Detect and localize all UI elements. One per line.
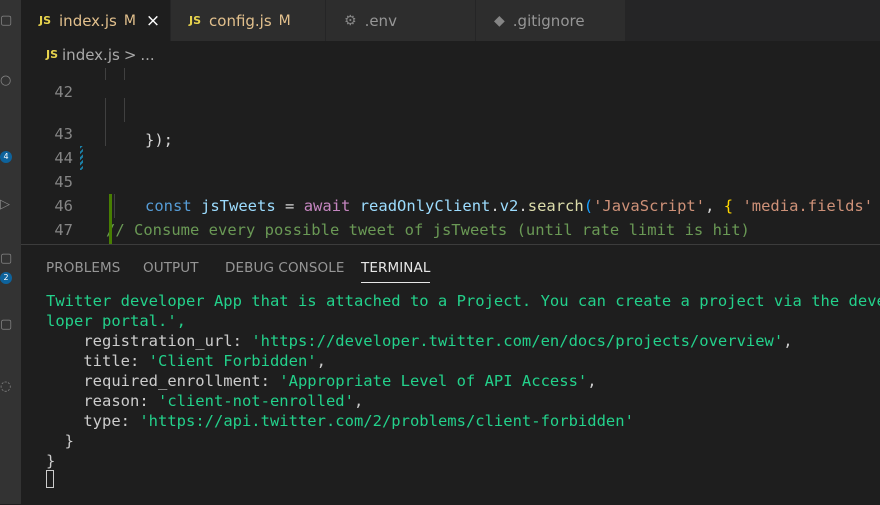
diamond-icon: ◆ (494, 12, 505, 29)
tab-problems[interactable]: PROBLEMS (46, 260, 120, 276)
tab-label: index.js (59, 11, 117, 30)
gear-icon: ⚙ (344, 12, 357, 29)
breadcrumb-file[interactable]: index.js (62, 46, 120, 64)
panel-tabs: PROBLEMS OUTPUT DEBUG CONSOLE TERMINAL (21, 245, 880, 289)
terminal-line: required_enrollment: 'Appropriate Level … (46, 372, 597, 390)
modified-indicator: M (278, 12, 291, 29)
tab-terminal[interactable]: TERMINAL (361, 260, 431, 283)
chevron-right-icon: > (123, 45, 137, 64)
run-debug-icon[interactable]: ▷ (0, 198, 12, 212)
code-line: 44 (21, 122, 880, 167)
tab-config-js[interactable]: JS config.js M (171, 0, 326, 41)
modified-indicator: M (123, 12, 136, 29)
code-line: 45 // Consume every possible tweet of js… (21, 146, 880, 239)
terminal-line: reason: 'client-not-enrolled', (46, 392, 364, 410)
code-editor[interactable]: 42 }); 43 const jsTweets = await readOnl… (21, 68, 880, 244)
tab-env[interactable]: ⚙ .env (326, 0, 476, 41)
search-icon[interactable]: ○ (0, 74, 12, 88)
breadcrumb: JS index.js > ... (21, 41, 880, 68)
js-file-icon: JS (189, 14, 202, 27)
tab-label: .env (364, 11, 397, 30)
code-line: 42 }); (21, 68, 880, 149)
terminal-line: registration_url: 'https://developer.twi… (46, 332, 793, 350)
breadcrumb-more[interactable]: ... (140, 46, 154, 64)
terminal-line: loper portal.', (46, 312, 186, 330)
code-line: 48 } (21, 218, 880, 242)
bottom-panel: PROBLEMS OUTPUT DEBUG CONSOLE TERMINAL T… (21, 244, 880, 505)
terminal-line: } (46, 452, 56, 470)
code-line: 46 for await (const tweet of jsTweets) { (21, 170, 880, 242)
js-file-icon: JS (46, 48, 59, 61)
editor-tabs: JS index.js M × JS config.js M ⚙ .env ◆ … (21, 0, 880, 41)
remote-icon[interactable]: ▢ (0, 318, 12, 332)
tab-label: .gitignore (512, 11, 585, 30)
js-file-icon: JS (39, 14, 52, 27)
explorer-icon[interactable]: ▢ (0, 14, 12, 28)
activity-bar: ▢ ○ 4 ▷ ▢ 2 ▢ ◌ (0, 0, 21, 504)
close-icon[interactable]: × (146, 11, 160, 31)
terminal-line: title: 'Client Forbidden', (46, 352, 326, 370)
tab-gitignore[interactable]: ◆ .gitignore (476, 0, 626, 41)
tab-index-js[interactable]: JS index.js M × (21, 0, 171, 41)
extensions-icon[interactable]: ▢ (0, 252, 12, 266)
code-line: 43 const jsTweets = await readOnlyClient… (21, 98, 880, 215)
terminal-cursor[interactable] (46, 470, 54, 488)
extensions-badge: 2 (0, 272, 12, 284)
tab-label: config.js (209, 11, 272, 30)
tab-debug-console[interactable]: DEBUG CONSOLE (225, 260, 345, 276)
accounts-icon[interactable]: ◌ (0, 380, 12, 394)
code-line: 47 console.log(tweet); (21, 194, 880, 244)
source-control-badge: 4 (0, 151, 12, 163)
terminal-line: Twitter developer App that is attached t… (46, 292, 880, 310)
tab-output[interactable]: OUTPUT (143, 260, 199, 276)
terminal-line: } (46, 432, 74, 450)
terminal-line: type: 'https://api.twitter.com/2/problem… (46, 412, 634, 430)
